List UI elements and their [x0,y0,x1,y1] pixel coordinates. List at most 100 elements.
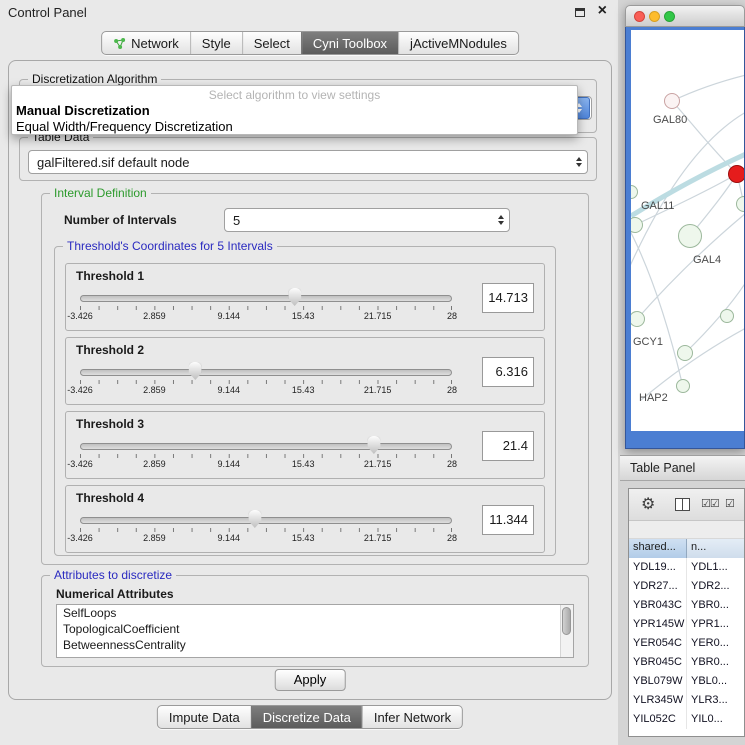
node-gal80[interactable] [664,93,680,109]
slider-scale: -3.426 2.859 9.144 15.43 21.715 28 [80,533,452,545]
tab-impute-data[interactable]: Impute Data [158,706,251,728]
tab-infer-network[interactable]: Infer Network [362,706,462,728]
close-window-icon[interactable] [634,11,645,22]
threshold-3-value[interactable]: 21.4 [482,431,534,461]
scale-label: 2.859 [143,459,166,469]
cell[interactable]: YLR3... [687,691,744,710]
list-item[interactable]: SelfLoops [57,605,573,621]
table-body: YDL19...YDL1... YDR27...YDR2... YBR043CY… [629,558,744,736]
num-intervals-combo[interactable]: 5 [224,208,510,232]
threshold-3-slider[interactable]: -3.426 2.859 9.144 15.43 21.715 28 [80,436,452,476]
table-row[interactable]: YBL079WYBL0... [629,672,744,691]
tab-discretize-data-label: Discretize Data [263,710,351,725]
scale-label: 9.144 [218,385,241,395]
table-row[interactable]: YDR27...YDR2... [629,577,744,596]
cell[interactable]: YDL1... [687,558,744,577]
cell[interactable]: YDR2... [687,577,744,596]
threshold-1-value[interactable]: 14.713 [482,283,534,313]
slider-track[interactable] [80,369,452,376]
gear-icon[interactable]: ⚙ [641,494,655,514]
threshold-2-value[interactable]: 6.316 [482,357,534,387]
cell[interactable]: YBR045C [629,653,687,672]
cell[interactable]: YBR0... [687,653,744,672]
zoom-window-icon[interactable] [664,11,675,22]
network-window-titlebar[interactable] [625,5,745,27]
node[interactable] [720,309,734,323]
table-row[interactable]: YIL052CYIL0... [629,710,744,729]
threshold-1-slider[interactable]: -3.426 2.859 9.144 15.43 21.715 28 [80,288,452,328]
apply-button[interactable]: Apply [275,669,346,691]
dropdown-option-equal-width[interactable]: Equal Width/Frequency Discretization [12,119,577,135]
network-window-frame: GAL80 GAL11 GAL4 GCY1 HAP2 [625,27,745,449]
tab-discretize-data[interactable]: Discretize Data [251,706,362,728]
scale-label: 15.43 [292,385,315,395]
cell[interactable]: YIL0... [687,710,744,729]
attributes-group: Attributes to discretize Numerical Attri… [41,575,589,667]
cell[interactable]: YBL0... [687,672,744,691]
tab-style[interactable]: Style [190,32,242,54]
table-row[interactable]: YER054CYER0... [629,634,744,653]
cell[interactable]: YER054C [629,634,687,653]
list-item[interactable]: TopologicalCoefficient [57,621,573,637]
slider-thumb[interactable] [189,362,202,380]
cell[interactable]: YBR0... [687,596,744,615]
float-panel-icon[interactable] [575,8,585,17]
node-selected-red[interactable] [728,165,744,183]
columns-icon[interactable] [675,498,690,511]
combo-arrows-icon[interactable] [571,151,587,173]
slider-thumb[interactable] [288,288,301,306]
table-row[interactable]: YDL19...YDL1... [629,558,744,577]
cell[interactable]: YPR145W [629,615,687,634]
cell[interactable]: YER0... [687,634,744,653]
cell[interactable]: YDL19... [629,558,687,577]
dropdown-option-manual[interactable]: Manual Discretization [12,103,577,119]
cell[interactable]: YIL052C [629,710,687,729]
attributes-list[interactable]: SelfLoops TopologicalCoefficient Between… [56,604,574,658]
slider-thumb[interactable] [367,436,380,454]
column-header-shared-name[interactable]: shared... [629,539,687,558]
table-row[interactable]: YBR045CYBR0... [629,653,744,672]
cell[interactable]: YBL079W [629,672,687,691]
cell[interactable]: YDR27... [629,577,687,596]
tab-jactivemnodules[interactable]: jActiveMNodules [398,32,518,54]
threshold-4-slider[interactable]: -3.426 2.859 9.144 15.43 21.715 28 [80,510,452,550]
cell[interactable]: YBR043C [629,596,687,615]
close-panel-icon[interactable]: × [598,2,607,20]
threshold-2-slider[interactable]: -3.426 2.859 9.144 15.43 21.715 28 [80,362,452,402]
algorithm-dropdown: Select algorithm to view settings Manual… [11,85,578,135]
select-columns-icon[interactable]: ☑☑ [701,497,719,510]
slider-ticks [80,454,452,458]
screen: Control Panel × Network Style Select Cyn… [0,0,745,745]
slider-thumb[interactable] [248,510,261,528]
column-header-name[interactable]: n... [687,539,744,558]
table-row[interactable]: YPR145WYPR1... [629,615,744,634]
node[interactable] [677,345,693,361]
slider-track[interactable] [80,443,452,450]
scale-label: 21.715 [364,459,392,469]
cell[interactable]: YPR1... [687,615,744,634]
tab-cyni-toolbox[interactable]: Cyni Toolbox [301,32,398,54]
table-row[interactable]: YBR043CYBR0... [629,596,744,615]
scale-label: 28 [447,533,457,543]
scrollbar-thumb[interactable] [562,607,571,635]
threshold-4-value[interactable]: 11.344 [482,505,534,535]
minimize-window-icon[interactable] [649,11,660,22]
table-row[interactable]: YLR345WYLR3... [629,691,744,710]
threshold-4-label: Threshold 4 [76,491,144,505]
list-item[interactable]: BetweennessCentrality [57,637,573,653]
list-scrollbar[interactable] [560,605,573,657]
table-data-combo[interactable]: galFiltered.sif default node [28,150,588,174]
cell[interactable]: YLR345W [629,691,687,710]
slider-track[interactable] [80,295,452,302]
network-canvas[interactable]: GAL80 GAL11 GAL4 GCY1 HAP2 [631,30,744,431]
node-gal4[interactable] [678,224,702,248]
combo-arrows-icon[interactable] [493,209,509,231]
node-hap2[interactable] [676,379,690,393]
tab-network[interactable]: Network [102,32,190,54]
tab-cyni-toolbox-label: Cyni Toolbox [313,36,387,51]
slider-track[interactable] [80,517,452,524]
num-intervals-label: Number of Intervals [64,213,177,227]
node-label-gal4: GAL4 [693,254,721,266]
tab-select[interactable]: Select [242,32,301,54]
select-rows-icon[interactable]: ☑ [725,497,734,510]
